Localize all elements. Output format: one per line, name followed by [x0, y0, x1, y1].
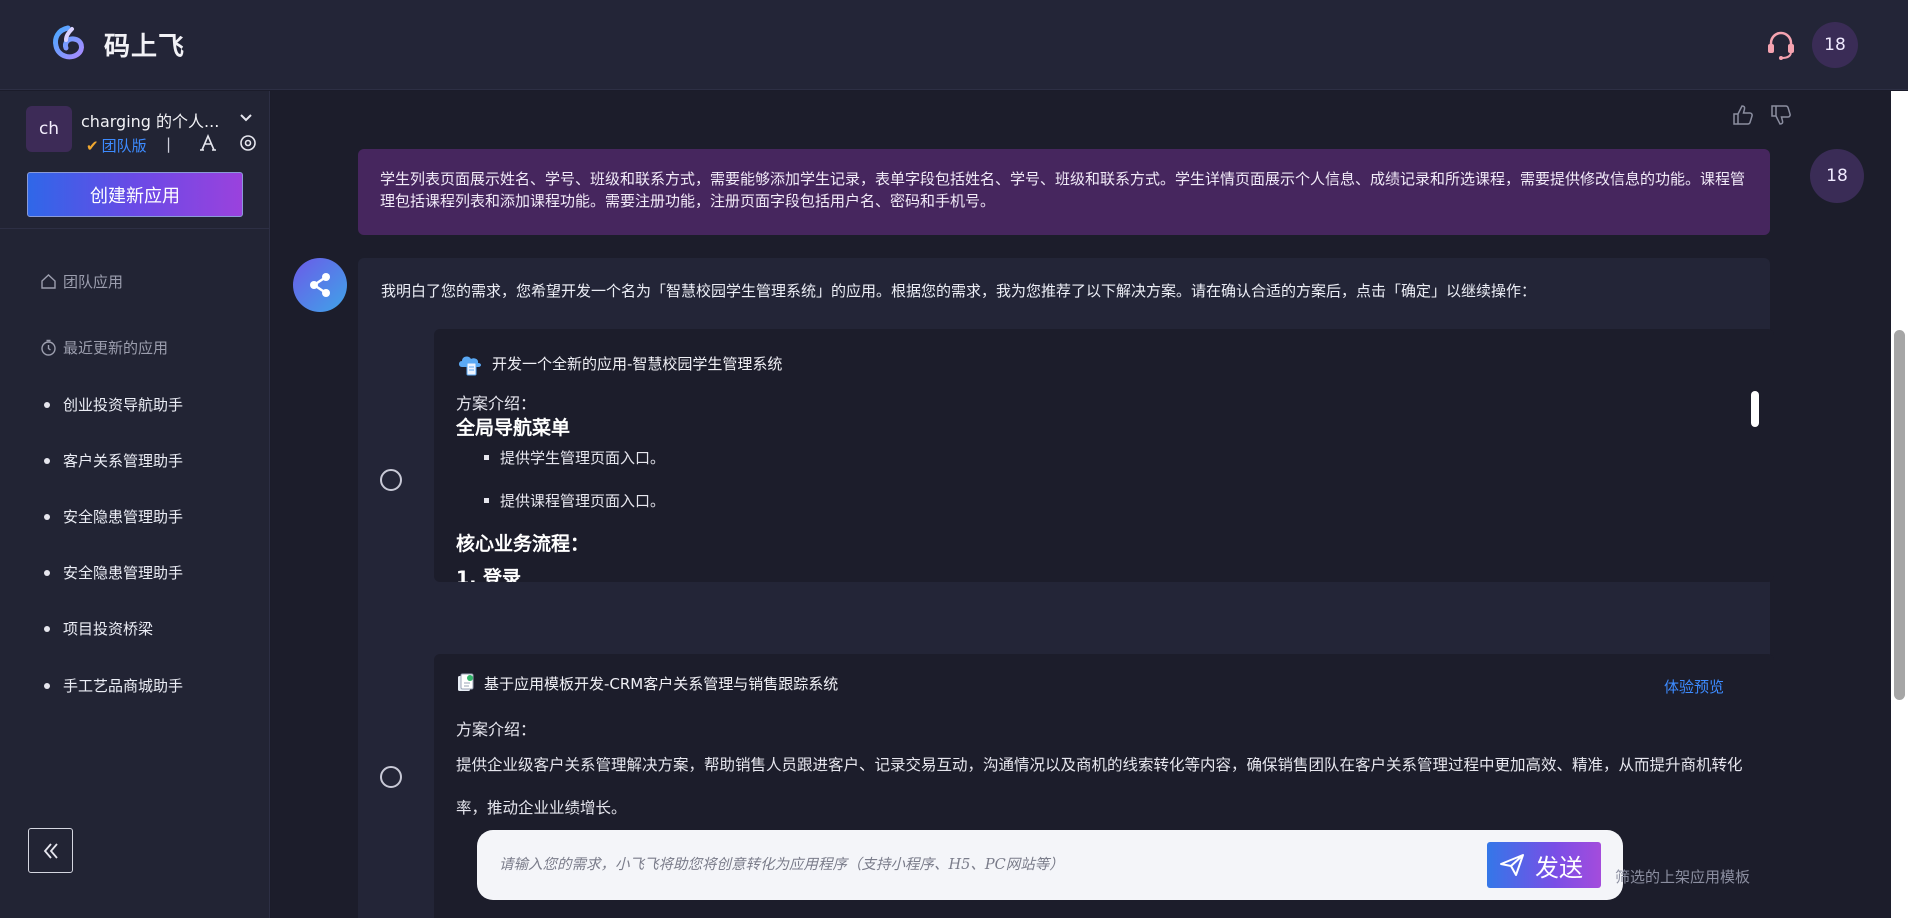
option-1-title: 开发一个全新的应用-智慧校园学生管理系统	[456, 349, 782, 377]
assistant-message: 我明白了您的需求，您希望开发一个名为「智慧校园学生管理系统」的应用。根据您的需求…	[358, 258, 1774, 918]
sidebar-section-recent: 最近更新的应用	[40, 337, 168, 358]
chevron-down-icon[interactable]	[238, 110, 254, 126]
settings-icon[interactable]	[238, 133, 258, 153]
bullet-dot	[44, 625, 50, 632]
bullet-dot	[44, 401, 50, 408]
cloud-doc-icon	[459, 356, 481, 376]
workspace-avatar[interactable]: ch	[26, 106, 72, 152]
send-label: 发送	[1535, 853, 1583, 882]
check-icon: ✔	[86, 136, 99, 155]
message-input-bar: 发送	[477, 830, 1623, 900]
list-item: 提供学生管理页面入口。	[484, 447, 665, 468]
user-message-avatar: 18	[1810, 149, 1864, 203]
recent-app-label: 安全隐患管理助手	[63, 564, 184, 582]
assistant-avatar	[293, 258, 347, 312]
assistant-intro-text: 我明白了您的需求，您希望开发一个名为「智慧校园学生管理系统」的应用。根据您的需求…	[381, 282, 1537, 300]
option-intro-label: 方案介绍：	[456, 394, 537, 413]
option-title-text: 基于应用模板开发-CRM客户关系管理与销售跟踪系统	[484, 674, 839, 693]
sidebar-section-label: 团队应用	[63, 273, 124, 291]
template-hint-text[interactable]: 筛选的上架应用模板	[1615, 866, 1750, 887]
thumbs-down-icon[interactable]	[1769, 103, 1793, 127]
option-1-radio[interactable]	[380, 469, 402, 491]
bullet-square	[484, 498, 489, 503]
share-nodes-icon	[310, 273, 330, 297]
page-scrollbar-thumb[interactable]	[1894, 330, 1905, 700]
create-app-button[interactable]: 创建新应用	[27, 172, 243, 217]
sidebar-divider	[0, 228, 270, 229]
bullet-square	[484, 455, 489, 460]
clock-icon	[41, 339, 56, 356]
recent-app-label: 安全隐患管理助手	[63, 508, 184, 526]
sidebar-item-team-apps[interactable]: 团队应用	[40, 271, 123, 292]
list-item-text: 提供学生管理页面入口。	[500, 449, 666, 467]
user-avatar[interactable]: 18	[1812, 22, 1858, 68]
send-button[interactable]: 发送	[1487, 842, 1601, 888]
sidebar: ch charging 的个人... ✔ 团队版 | 创建新应用 团队应用 最近…	[0, 91, 270, 918]
sidebar-section-label: 最近更新的应用	[63, 339, 169, 357]
app-title: 码上飞	[104, 32, 186, 62]
recent-app-label: 项目投资桥梁	[63, 620, 154, 638]
recent-app-item[interactable]: 安全隐患管理助手	[44, 562, 183, 583]
separator: |	[166, 135, 172, 153]
step-heading: 1. 登录	[456, 567, 522, 582]
paper-plane-icon	[1500, 854, 1524, 876]
edition-label: 团队版	[101, 137, 147, 155]
recent-app-label: 手工艺品商城助手	[63, 677, 184, 695]
card-scrollbar[interactable]	[1751, 391, 1759, 427]
edition-badge[interactable]: ✔ 团队版	[86, 135, 147, 156]
headset-support-icon[interactable]	[1764, 28, 1798, 62]
preview-link[interactable]: 体验预览	[1664, 676, 1724, 697]
recent-app-label: 客户关系管理助手	[63, 452, 184, 470]
bullet-dot	[44, 457, 50, 464]
option-description: 提供企业级客户关系管理解决方案，帮助销售人员跟进客户、记录交易互动，沟通情况以及…	[456, 756, 1743, 817]
section-heading: 全局导航菜单	[456, 417, 571, 439]
section-heading: 核心业务流程：	[456, 533, 590, 555]
recent-app-item[interactable]: 安全隐患管理助手	[44, 506, 183, 527]
option-2-title: 基于应用模板开发-CRM客户关系管理与销售跟踪系统	[456, 672, 838, 694]
recent-app-item[interactable]: 项目投资桥梁	[44, 618, 153, 639]
bullet-dot	[44, 682, 50, 689]
recent-app-item[interactable]: 创业投资导航助手	[44, 394, 183, 415]
option-title-text: 开发一个全新的应用-智慧校园学生管理系统	[492, 354, 783, 373]
list-item: 提供课程管理页面入口。	[484, 490, 665, 511]
collapse-sidebar-button[interactable]	[28, 828, 73, 873]
option-intro-label: 方案介绍：	[456, 720, 537, 739]
option-2-radio[interactable]	[380, 766, 402, 788]
thumbs-up-icon[interactable]	[1731, 103, 1755, 127]
double-chevron-left-icon	[43, 842, 58, 859]
chat-area: 学生列表页面展示姓名、学号、班级和联系方式，需要能够添加学生记录，表单字段包括姓…	[271, 91, 1891, 918]
bullet-dot	[44, 569, 50, 576]
workspace-name[interactable]: charging 的个人...	[81, 108, 219, 132]
template-doc-icon	[458, 673, 474, 691]
translate-icon[interactable]	[198, 133, 218, 153]
home-icon	[41, 274, 56, 289]
message-input[interactable]	[499, 850, 1459, 880]
recent-app-item[interactable]: 客户关系管理助手	[44, 450, 183, 471]
list-item-text: 提供课程管理页面入口。	[500, 492, 666, 510]
user-message-bubble: 学生列表页面展示姓名、学号、班级和联系方式，需要能够添加学生记录，表单字段包括姓…	[358, 149, 1770, 235]
bullet-dot	[44, 513, 50, 520]
option-1-card[interactable]: 开发一个全新的应用-智慧校园学生管理系统 方案介绍： 全局导航菜单 提供学生管理…	[434, 329, 1774, 582]
recent-app-item[interactable]: 手工艺品商城助手	[44, 675, 183, 696]
top-header: 码上飞 18	[0, 0, 1908, 90]
app-logo-icon[interactable]	[48, 24, 88, 64]
recent-app-label: 创业投资导航助手	[63, 396, 184, 414]
